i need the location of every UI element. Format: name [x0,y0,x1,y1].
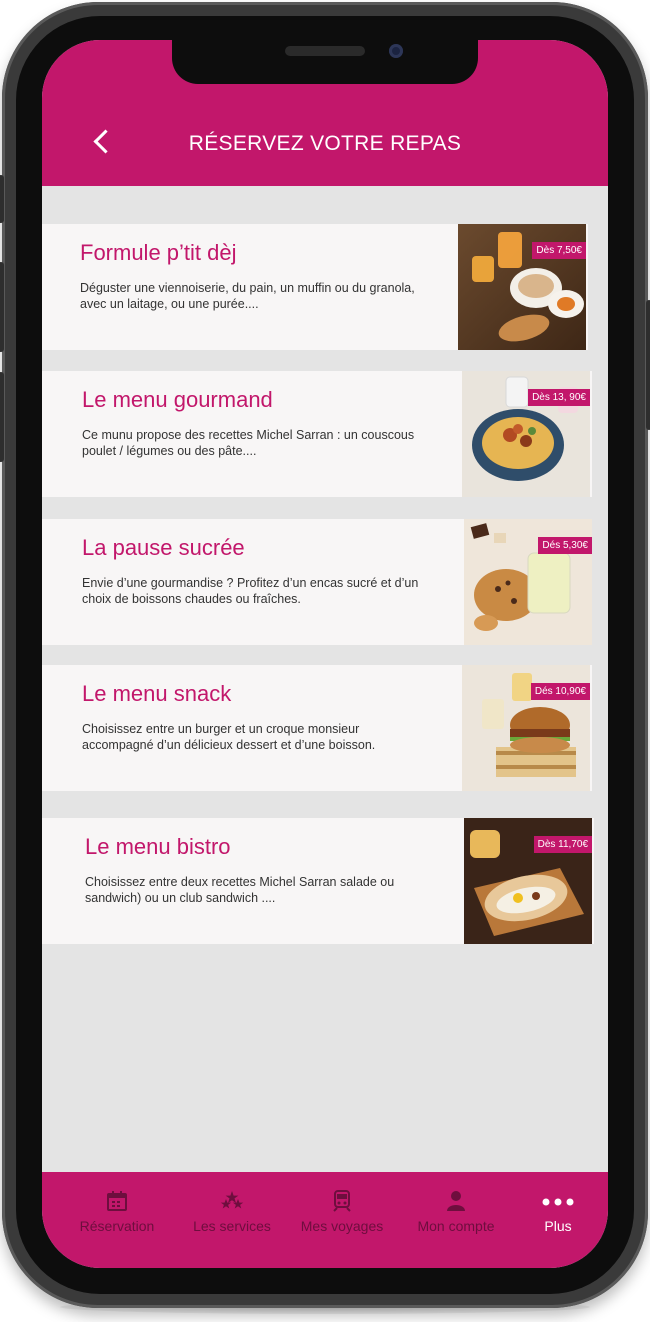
menu-card-title: Le menu gourmand [82,387,273,412]
menu-card-image: Dés 5,30€ [464,519,592,645]
menu-card-title: La pause sucrée [82,535,245,560]
tab-label: Mes voyages [300,1218,384,1234]
volume-up-button [0,262,4,352]
menu-card-gourmand[interactable]: Le menu gourmand Ce munu propose des rec… [42,371,592,497]
menu-card-bistro[interactable]: Le menu bistro Choisissez entre deux rec… [42,818,594,944]
tab-label: Réservation [79,1218,155,1234]
tab-label: Plus [544,1218,572,1234]
tab-label: Les services [193,1218,271,1234]
bottom-tab-bar: Réservation Les services Mes voyages Mon… [42,1172,608,1268]
tab-reservation[interactable]: Réservation [66,1182,168,1252]
person-icon [447,1191,465,1211]
power-button [646,300,650,430]
menu-card-description: Ce munu propose des recettes Michel Sarr… [82,428,415,458]
menu-card-image: Dés 10,90€ [462,665,590,791]
stars-icon [220,1191,244,1209]
silent-switch [0,175,4,223]
train-icon [333,1190,351,1212]
calendar-icon [107,1191,127,1211]
more-dots-icon [542,1198,574,1206]
menu-card-image: Dès 11,70€ [464,818,592,944]
price-badge: Dés 10,90€ [530,683,590,700]
tab-voyages[interactable]: Mes voyages [292,1182,392,1252]
volume-down-button [0,372,4,462]
speaker-grille [285,46,365,56]
menu-card-description: Envie d’une gourmandise ? Profitez d’un … [82,576,419,606]
front-camera [389,44,403,58]
menu-card-description: Déguster une viennoiserie, du pain, un m… [80,281,415,311]
page-title: RÉSERVEZ VOTRE REPAS [188,132,462,155]
price-badge: Dès 13, 90€ [528,389,590,406]
app-screen: RÉSERVEZ VOTRE REPAS Formule p’tit dèj D… [42,40,608,1268]
menu-card-description: Choisissez entre un burger et un croque … [82,722,376,752]
menu-card-ptit-dej[interactable]: Formule p’tit dèj Déguster une viennoise… [42,224,588,350]
menu-card-pause-sucree[interactable]: La pause sucrée Envie d’une gourmandise … [42,519,592,645]
menu-card-title: Le menu bistro [85,834,231,859]
menu-card-title: Le menu snack [82,681,232,706]
phone-notch [172,40,478,84]
tab-label: Mon compte [417,1218,495,1234]
menu-card-image: Dès 13, 90€ [462,371,590,497]
menu-card-snack[interactable]: Le menu snack Choisissez entre un burger… [42,665,592,791]
price-badge: Dès 11,70€ [533,836,592,853]
price-badge: Dès 7,50€ [532,242,586,259]
menu-card-title: Formule p’tit dèj [80,240,237,265]
menu-card-image: Dès 7,50€ [458,224,586,350]
tab-plus[interactable]: Plus [518,1182,598,1252]
menu-card-description: Choisissez entre deux recettes Michel Sa… [85,875,395,905]
price-badge: Dés 5,30€ [538,537,592,554]
tab-compte[interactable]: Mon compte [406,1182,506,1252]
menu-list: Formule p’tit dèj Déguster une viennoise… [42,186,608,1172]
tab-services[interactable]: Les services [182,1182,282,1252]
